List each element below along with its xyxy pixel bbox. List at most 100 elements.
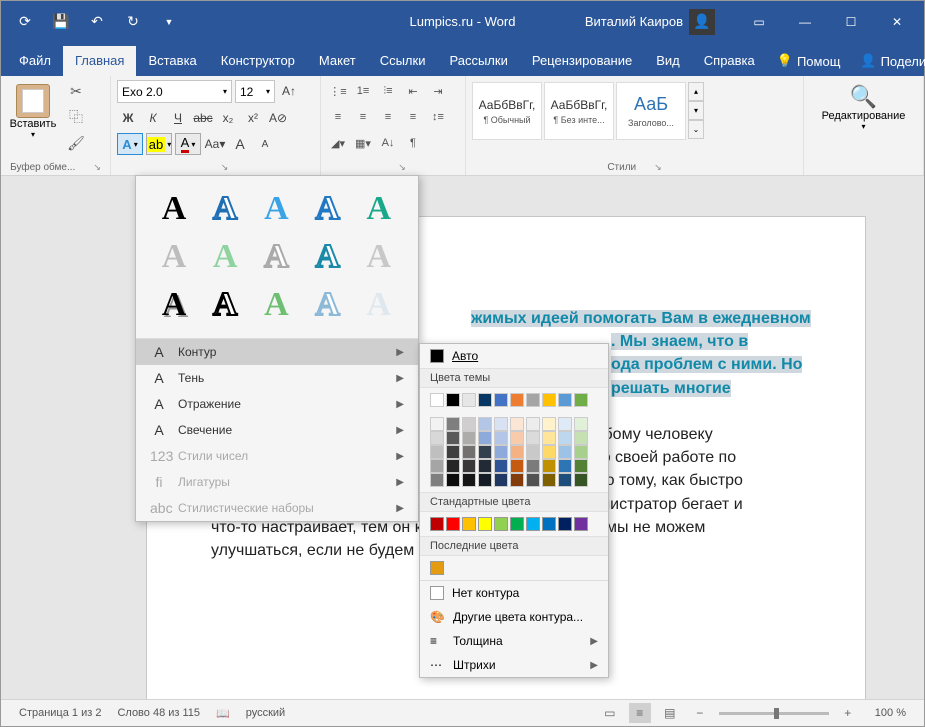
clipboard-launcher-icon[interactable]: ↘ <box>93 162 101 173</box>
color-swatch[interactable] <box>574 417 588 431</box>
color-swatch[interactable] <box>558 473 572 487</box>
status-page[interactable]: Страница 1 из 2 <box>11 707 109 719</box>
color-swatch[interactable] <box>526 473 540 487</box>
styles-up-icon[interactable]: ▴ <box>688 82 704 101</box>
text-effects-button[interactable]: A▾ <box>117 133 143 155</box>
tab-home[interactable]: Главная <box>63 46 136 76</box>
font-color-button[interactable]: A▾ <box>175 133 201 155</box>
maximize-button[interactable]: ☐ <box>828 1 874 42</box>
outline-weight[interactable]: ≡Толщина▶ <box>420 629 608 653</box>
color-swatch[interactable] <box>478 431 492 445</box>
color-swatch[interactable] <box>446 517 460 531</box>
tab-mailings[interactable]: Рассылки <box>437 46 519 76</box>
proofing-icon[interactable]: 📖 <box>208 707 238 720</box>
color-swatch[interactable] <box>574 431 588 445</box>
shading-icon[interactable]: ◢▾ <box>327 132 349 154</box>
print-layout-icon[interactable]: ≡ <box>629 703 651 723</box>
color-swatch[interactable] <box>494 473 508 487</box>
paste-button[interactable]: Вставить▾ <box>7 80 59 139</box>
color-swatch[interactable] <box>462 473 476 487</box>
effect-preset[interactable]: A <box>357 188 401 230</box>
font-size-select[interactable]: 12▾ <box>235 80 275 103</box>
color-swatch[interactable] <box>510 459 524 473</box>
tab-help[interactable]: Справка <box>692 46 767 76</box>
minimize-button[interactable]: — <box>782 1 828 42</box>
bold-button[interactable]: Ж <box>117 107 139 129</box>
sort-icon[interactable]: A↓ <box>377 132 399 154</box>
shrink-font-button[interactable]: A <box>254 133 276 155</box>
effect-preset[interactable]: A <box>306 284 350 326</box>
status-words[interactable]: Слово 48 из 115 <box>109 707 208 719</box>
cut-icon[interactable]: ✂ <box>65 80 87 102</box>
color-swatch[interactable] <box>430 473 444 487</box>
effect-preset[interactable]: A <box>357 236 401 278</box>
ribbon-options-icon[interactable]: ▭ <box>736 1 782 42</box>
font-launcher-icon[interactable]: ↘ <box>221 162 229 173</box>
color-swatch[interactable] <box>558 517 572 531</box>
tab-insert[interactable]: Вставка <box>136 46 208 76</box>
style-heading1[interactable]: АаБЗаголово... <box>616 82 686 140</box>
tab-file[interactable]: Файл <box>7 46 63 76</box>
color-swatch[interactable] <box>558 417 572 431</box>
subscript-button[interactable]: x₂ <box>217 107 239 129</box>
color-swatch[interactable] <box>462 431 476 445</box>
line-spacing-icon[interactable]: ↕≡ <box>427 106 449 128</box>
color-swatch[interactable] <box>574 517 588 531</box>
tab-review[interactable]: Рецензирование <box>520 46 644 76</box>
color-swatch[interactable] <box>526 393 540 407</box>
effect-preset[interactable]: A <box>152 236 196 278</box>
color-swatch[interactable] <box>446 459 460 473</box>
color-swatch[interactable] <box>478 445 492 459</box>
web-layout-icon[interactable]: ▤ <box>659 703 681 723</box>
close-button[interactable]: ✕ <box>874 1 920 42</box>
color-swatch[interactable] <box>558 459 572 473</box>
color-swatch[interactable] <box>542 417 556 431</box>
copy-icon[interactable]: ⿻ <box>65 106 87 128</box>
editing-button[interactable]: 🔍 Редактирование ▾ <box>810 80 917 131</box>
color-swatch[interactable] <box>526 459 540 473</box>
grow-font-icon[interactable]: A↑ <box>278 80 300 102</box>
color-swatch[interactable] <box>446 417 460 431</box>
effect-preset[interactable]: A <box>254 284 298 326</box>
increase-indent-icon[interactable]: ⇥ <box>427 80 449 102</box>
menu-outline[interactable]: AКонтур▶ <box>136 339 418 365</box>
tab-design[interactable]: Конструктор <box>209 46 307 76</box>
format-painter-icon[interactable]: 🖌 <box>65 132 87 154</box>
focus-mode-icon[interactable]: ▭ <box>599 703 621 723</box>
color-swatch[interactable] <box>478 393 492 407</box>
effect-preset[interactable]: A <box>203 236 247 278</box>
color-swatch[interactable] <box>494 393 508 407</box>
grow-font-button[interactable]: A <box>229 133 251 155</box>
justify-icon[interactable]: ≡ <box>402 106 424 128</box>
multilevel-icon[interactable]: ⫶≡ <box>377 80 399 102</box>
share-button[interactable]: 👤Поделиться <box>850 46 925 76</box>
align-left-icon[interactable]: ≡ <box>327 106 349 128</box>
menu-glow[interactable]: AСвечение▶ <box>136 417 418 443</box>
color-swatch[interactable] <box>510 417 524 431</box>
color-swatch[interactable] <box>494 417 508 431</box>
italic-button[interactable]: К <box>142 107 164 129</box>
color-swatch[interactable] <box>494 517 508 531</box>
styles-launcher-icon[interactable]: ↘ <box>654 162 662 173</box>
zoom-level[interactable]: 100 % <box>867 707 914 719</box>
color-swatch[interactable] <box>478 473 492 487</box>
more-outline-colors[interactable]: 🎨Другие цвета контура... <box>420 605 608 629</box>
zoom-slider[interactable] <box>719 712 829 715</box>
style-no-spacing[interactable]: АаБбВвГг,¶ Без инте... <box>544 82 614 140</box>
tell-me[interactable]: 💡Помощ <box>767 46 851 76</box>
tab-view[interactable]: Вид <box>644 46 692 76</box>
color-swatch[interactable] <box>494 459 508 473</box>
color-swatch[interactable] <box>446 473 460 487</box>
numbering-icon[interactable]: 1≡ <box>352 80 374 102</box>
color-swatch[interactable] <box>542 517 556 531</box>
show-marks-icon[interactable]: ¶ <box>402 132 424 154</box>
color-swatch[interactable] <box>462 417 476 431</box>
color-swatch[interactable] <box>494 431 508 445</box>
change-case-button[interactable]: Aa▾ <box>204 133 226 155</box>
color-swatch[interactable] <box>430 393 444 407</box>
clear-format-icon[interactable]: A⊘ <box>267 107 289 129</box>
highlight-button[interactable]: ab▾ <box>146 133 172 155</box>
color-swatch[interactable] <box>430 517 444 531</box>
strike-button[interactable]: abc <box>192 107 214 129</box>
color-swatch[interactable] <box>526 445 540 459</box>
